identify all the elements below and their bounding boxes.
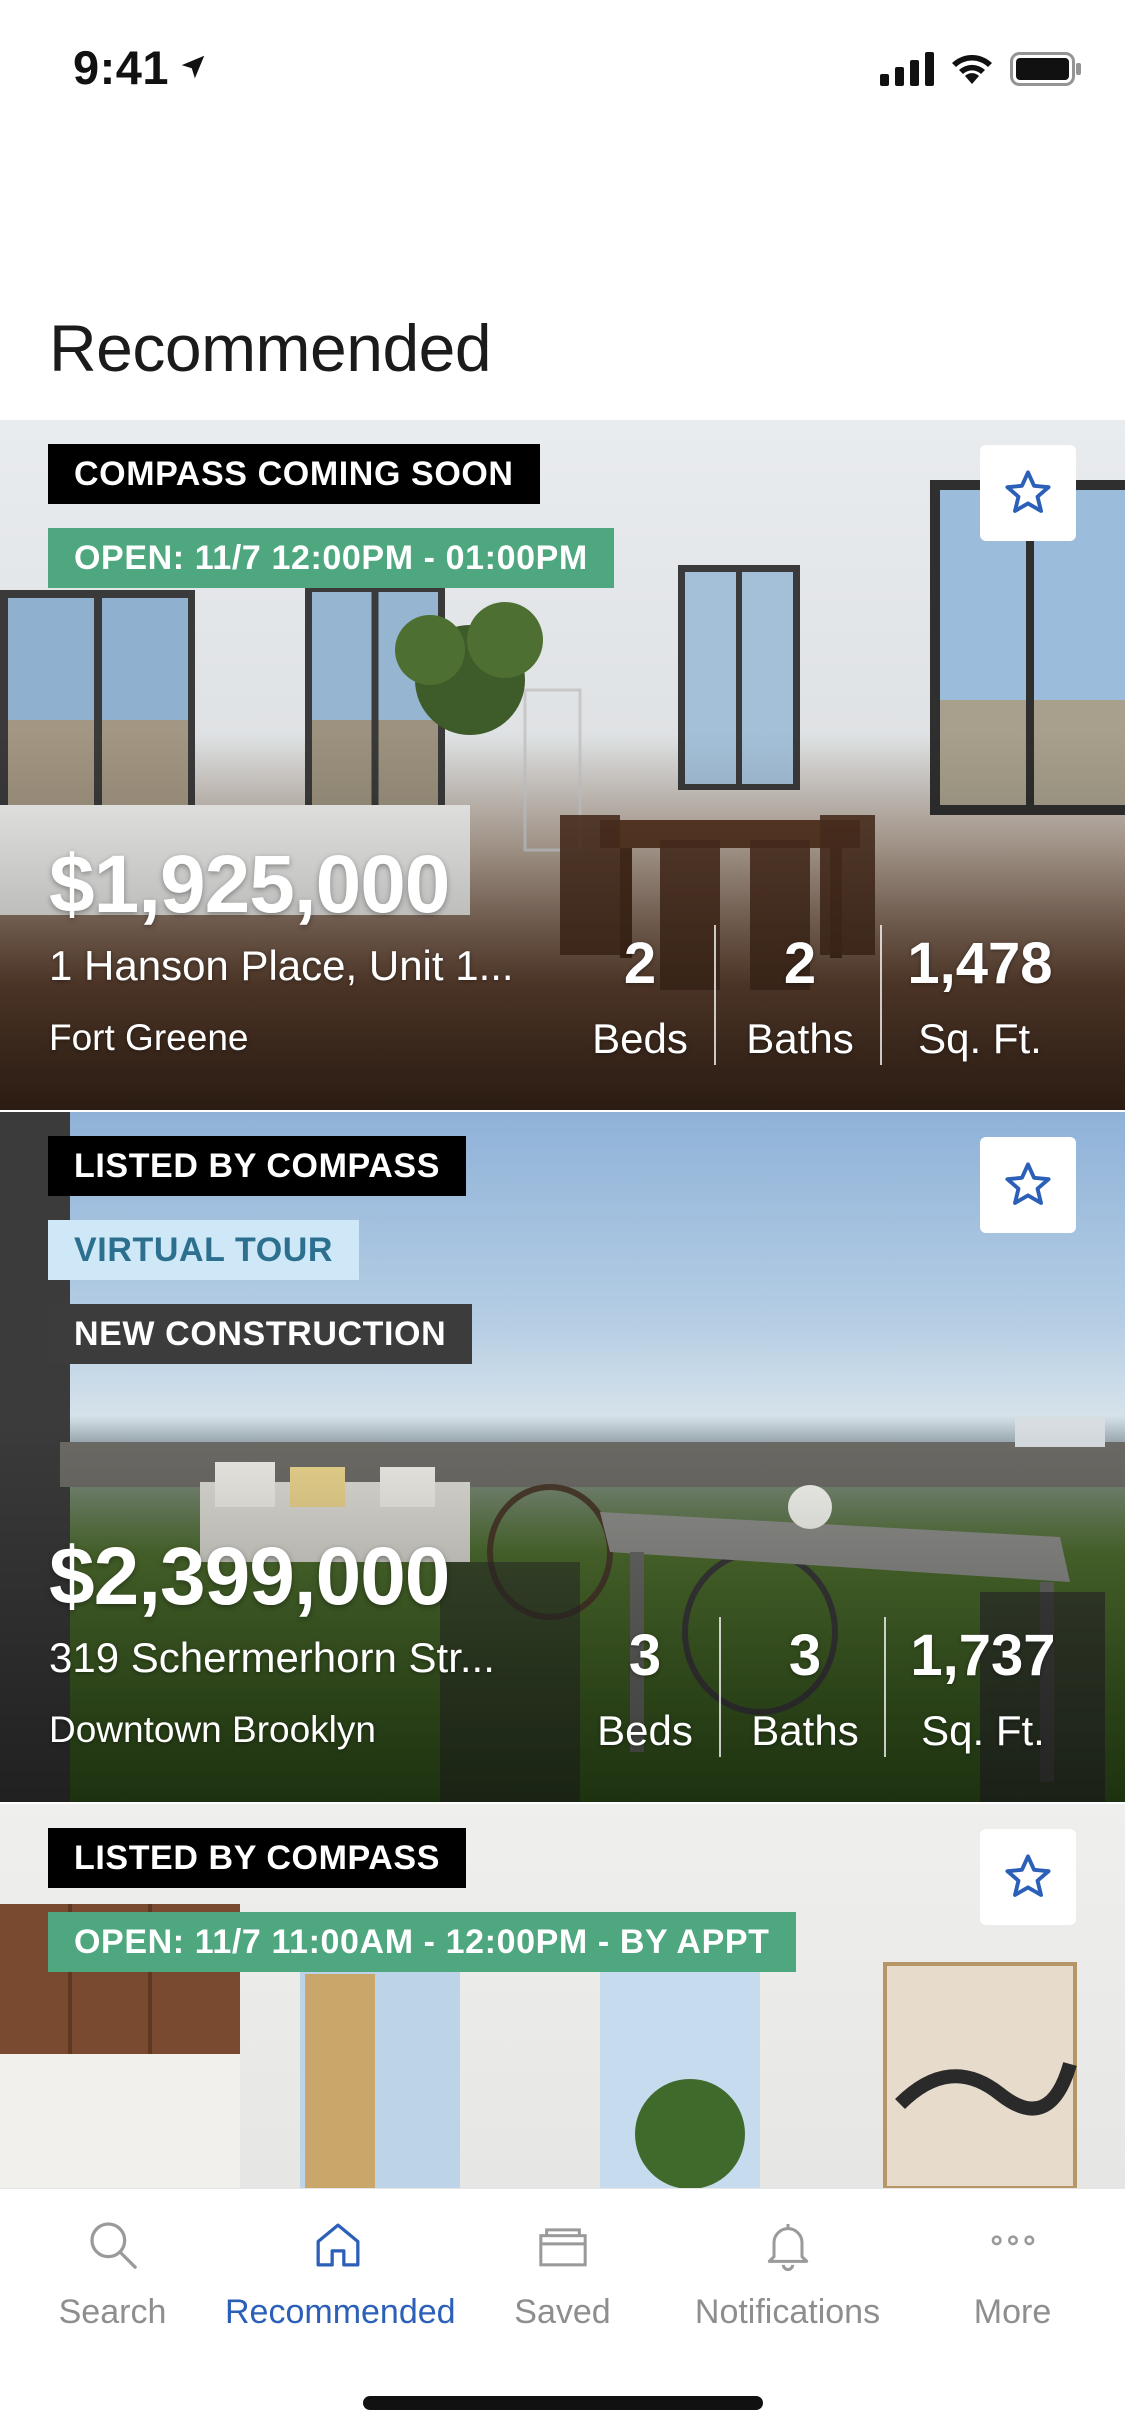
stat-divider (880, 925, 882, 1065)
listing-card[interactable]: LISTED BY COMPASS OPEN: 11/7 11:00AM - 1… (0, 1804, 1125, 2188)
tab-label: More (973, 2293, 1052, 2331)
listing-price: $1,925,000 (49, 839, 450, 930)
save-listing-button[interactable] (980, 1829, 1076, 1925)
status-bar: 9:41 (0, 0, 1125, 132)
tag-listed-by-compass: LISTED BY COMPASS (48, 1136, 466, 1196)
page-title: Recommended (49, 311, 492, 385)
sqft-value: 1,737 (910, 1623, 1056, 1688)
tab-label: Search (58, 2293, 167, 2331)
tag-open-house: OPEN: 11/7 11:00AM - 12:00PM - BY APPT (48, 1912, 796, 1972)
tab-saved[interactable]: Saved (450, 2217, 675, 2332)
battery-icon (1010, 52, 1081, 86)
star-icon (1005, 470, 1051, 513)
tab-recommended[interactable]: Recommended (225, 2217, 456, 2332)
tag-open-house: OPEN: 11/7 12:00PM - 01:00PM (48, 528, 614, 588)
wifi-icon (952, 55, 992, 84)
home-icon (316, 2223, 359, 2267)
save-listing-button[interactable] (980, 1137, 1076, 1233)
folder-icon (538, 2228, 587, 2267)
status-time: 9:41 (73, 41, 170, 94)
location-arrow-icon (181, 55, 205, 79)
sqft-value: 1,478 (907, 931, 1053, 996)
home-indicator (363, 2396, 763, 2410)
tag-coming-soon: COMPASS COMING SOON (48, 444, 540, 504)
baths-value: 2 (783, 931, 817, 996)
listing-address: 319 Schermerhorn Str... (49, 1634, 495, 1681)
beds-stat: 3 Beds (590, 1627, 700, 1755)
tab-label: Notifications (694, 2293, 881, 2331)
save-listing-button[interactable] (980, 445, 1076, 541)
star-icon (1005, 1854, 1051, 1897)
sqft-label: Sq. Ft. (921, 1707, 1045, 1754)
tab-label: Saved (514, 2293, 611, 2331)
beds-stat: 2 Beds (585, 935, 695, 1063)
stat-divider (719, 1617, 721, 1757)
tab-search[interactable]: Search (0, 2217, 225, 2332)
more-icon (991, 2235, 1034, 2246)
listing-price: $2,399,000 (49, 1531, 450, 1622)
cellular-signal-icon (880, 52, 934, 86)
search-icon (89, 2222, 137, 2269)
beds-value: 3 (628, 1623, 662, 1688)
baths-stat: 3 Baths (740, 1627, 870, 1755)
listing-card[interactable]: LISTED BY COMPASS VIRTUAL TOUR NEW CONST… (0, 1112, 1125, 1802)
sqft-stat: 1,737 Sq. Ft. (898, 1627, 1068, 1755)
tab-more[interactable]: More (900, 2217, 1125, 2332)
tag-virtual-tour[interactable]: VIRTUAL TOUR (48, 1220, 360, 1280)
listing-address: 1 Hanson Place, Unit 1... (49, 942, 514, 989)
sqft-stat: 1,478 Sq. Ft. (895, 935, 1065, 1063)
beds-label: Beds (597, 1707, 693, 1754)
stat-divider (714, 925, 716, 1065)
tab-notifications[interactable]: Notifications (675, 2217, 900, 2332)
stat-divider (884, 1617, 886, 1757)
beds-label: Beds (592, 1015, 688, 1062)
listing-card[interactable]: COMPASS COMING SOON OPEN: 11/7 12:00PM -… (0, 420, 1125, 1110)
star-icon (1005, 1162, 1051, 1205)
beds-value: 2 (623, 931, 657, 996)
sqft-label: Sq. Ft. (918, 1015, 1042, 1062)
baths-value: 3 (788, 1623, 822, 1688)
tag-listed-by-compass: LISTED BY COMPASS (48, 1828, 466, 1888)
baths-stat: 2 Baths (735, 935, 865, 1063)
tab-label: Recommended (225, 2293, 456, 2331)
listing-neighborhood: Downtown Brooklyn (49, 1709, 376, 1750)
tag-new-construction: NEW CONSTRUCTION (48, 1304, 473, 1364)
baths-label: Baths (746, 1015, 854, 1062)
listing-neighborhood: Fort Greene (49, 1017, 249, 1058)
baths-label: Baths (751, 1707, 859, 1754)
bell-icon (767, 2224, 808, 2271)
